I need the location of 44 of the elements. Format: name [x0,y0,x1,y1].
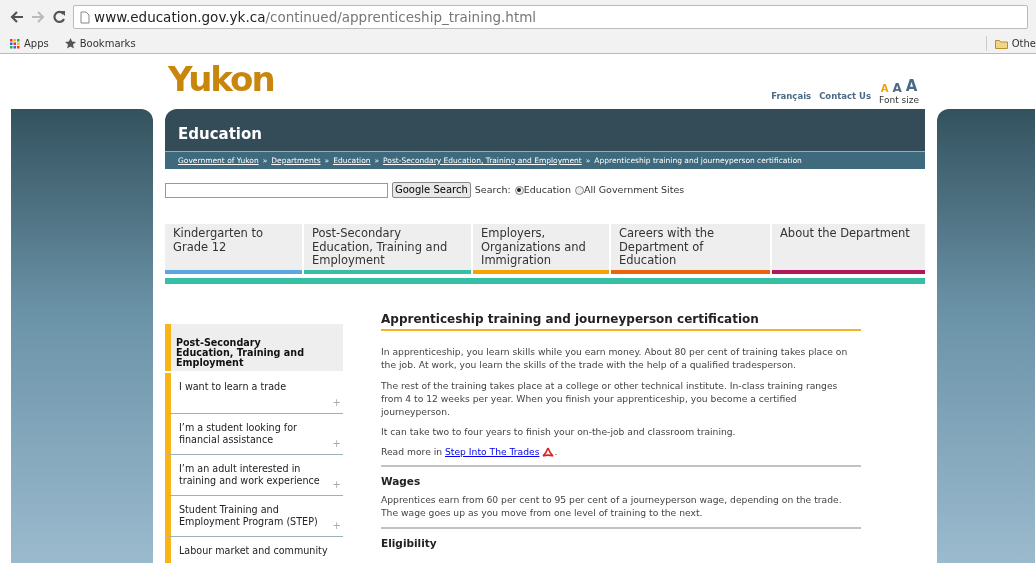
nav-tab[interactable]: Careers with the Department of Education [611,224,770,274]
folder-icon [994,38,1008,49]
back-icon[interactable] [10,11,24,23]
section-heading: Eligibility [381,536,438,550]
sidebar-heading: Post-Secondary Education, Training and Employment [165,324,343,371]
search-field[interactable] [165,182,388,198]
pdf-icon [542,447,555,458]
section-title: Education [178,123,262,145]
nav-tab[interactable]: Employers, Organizations and Immigration [473,224,609,274]
apps-grid-icon [10,38,20,49]
bookmark-item[interactable]: Bookmarks [64,36,136,51]
header-link[interactable]: Contact Us [819,90,872,103]
star-icon [64,38,76,49]
paragraph: In apprenticeship, you learn skills while you earn money. About 80 per cent of training takes place on the job. At work, you learn the skills of the trade with the help of a qualified tradesperson. [381,345,849,372]
sidebar-item[interactable]: I’m an adult interested in training and work experience + [165,455,343,496]
search-label: Search: [474,182,511,197]
paragraph: Read more in Step Into The Trades . [381,444,559,458]
document-link[interactable]: Step Into The Trades [445,445,540,457]
radio-button[interactable] [514,185,524,195]
font-size-label: Font size [879,93,919,107]
sidebar-item[interactable]: Student Training and Employment Program (STEP) + [165,496,343,537]
sidebar-item[interactable]: I want to learn a trade + [165,373,343,414]
reload-icon[interactable] [52,10,66,24]
article-title: Apprenticeship training and journeyperson certification [381,312,861,332]
sidebar-item[interactable]: Labour market and community [165,537,343,563]
paragraph: It can take two to four years to finish your on-the-job and classroom training. [381,424,737,438]
page-icon [80,10,91,24]
header-link[interactable]: Français [771,90,812,103]
search-button[interactable]: Google Search [392,182,471,198]
section-heading: Wages [381,474,422,488]
paragraph: Apprentices earn from 60 per cent to 95 per cent of a journeyperson wage, depending on the trade. The wage goes up as you move from one level of training to the next. [381,493,843,520]
paragraph: The rest of the training takes place at a college or other technical institute. In-class training ranges from 4 to 12 weeks per year. When you finish your apprenticeship, you become a certified journeyperson. [381,378,839,418]
font-size-button[interactable]: A [905,78,918,94]
address-bar[interactable]: www.education.gov.yk.ca/continued/apprenticeship_training.html [73,5,1028,29]
nav-tab[interactable]: About the Department [772,224,925,274]
font-size-button[interactable]: A [892,81,902,94]
sidebar-item[interactable]: I’m a student looking for financial assistance + [165,414,343,455]
nav-tab[interactable]: Kindergarten to Grade 12 [165,224,302,274]
bookmark-item[interactable]: Apps [10,36,49,51]
radio-button[interactable] [574,185,584,195]
bookmark-folder[interactable]: Othe [985,36,1036,51]
radio-label[interactable]: Education [523,182,571,198]
radio-label[interactable]: All Government Sites [583,182,685,198]
nav-tab[interactable]: Post-Secondary Education, Training and Employment [304,224,471,274]
